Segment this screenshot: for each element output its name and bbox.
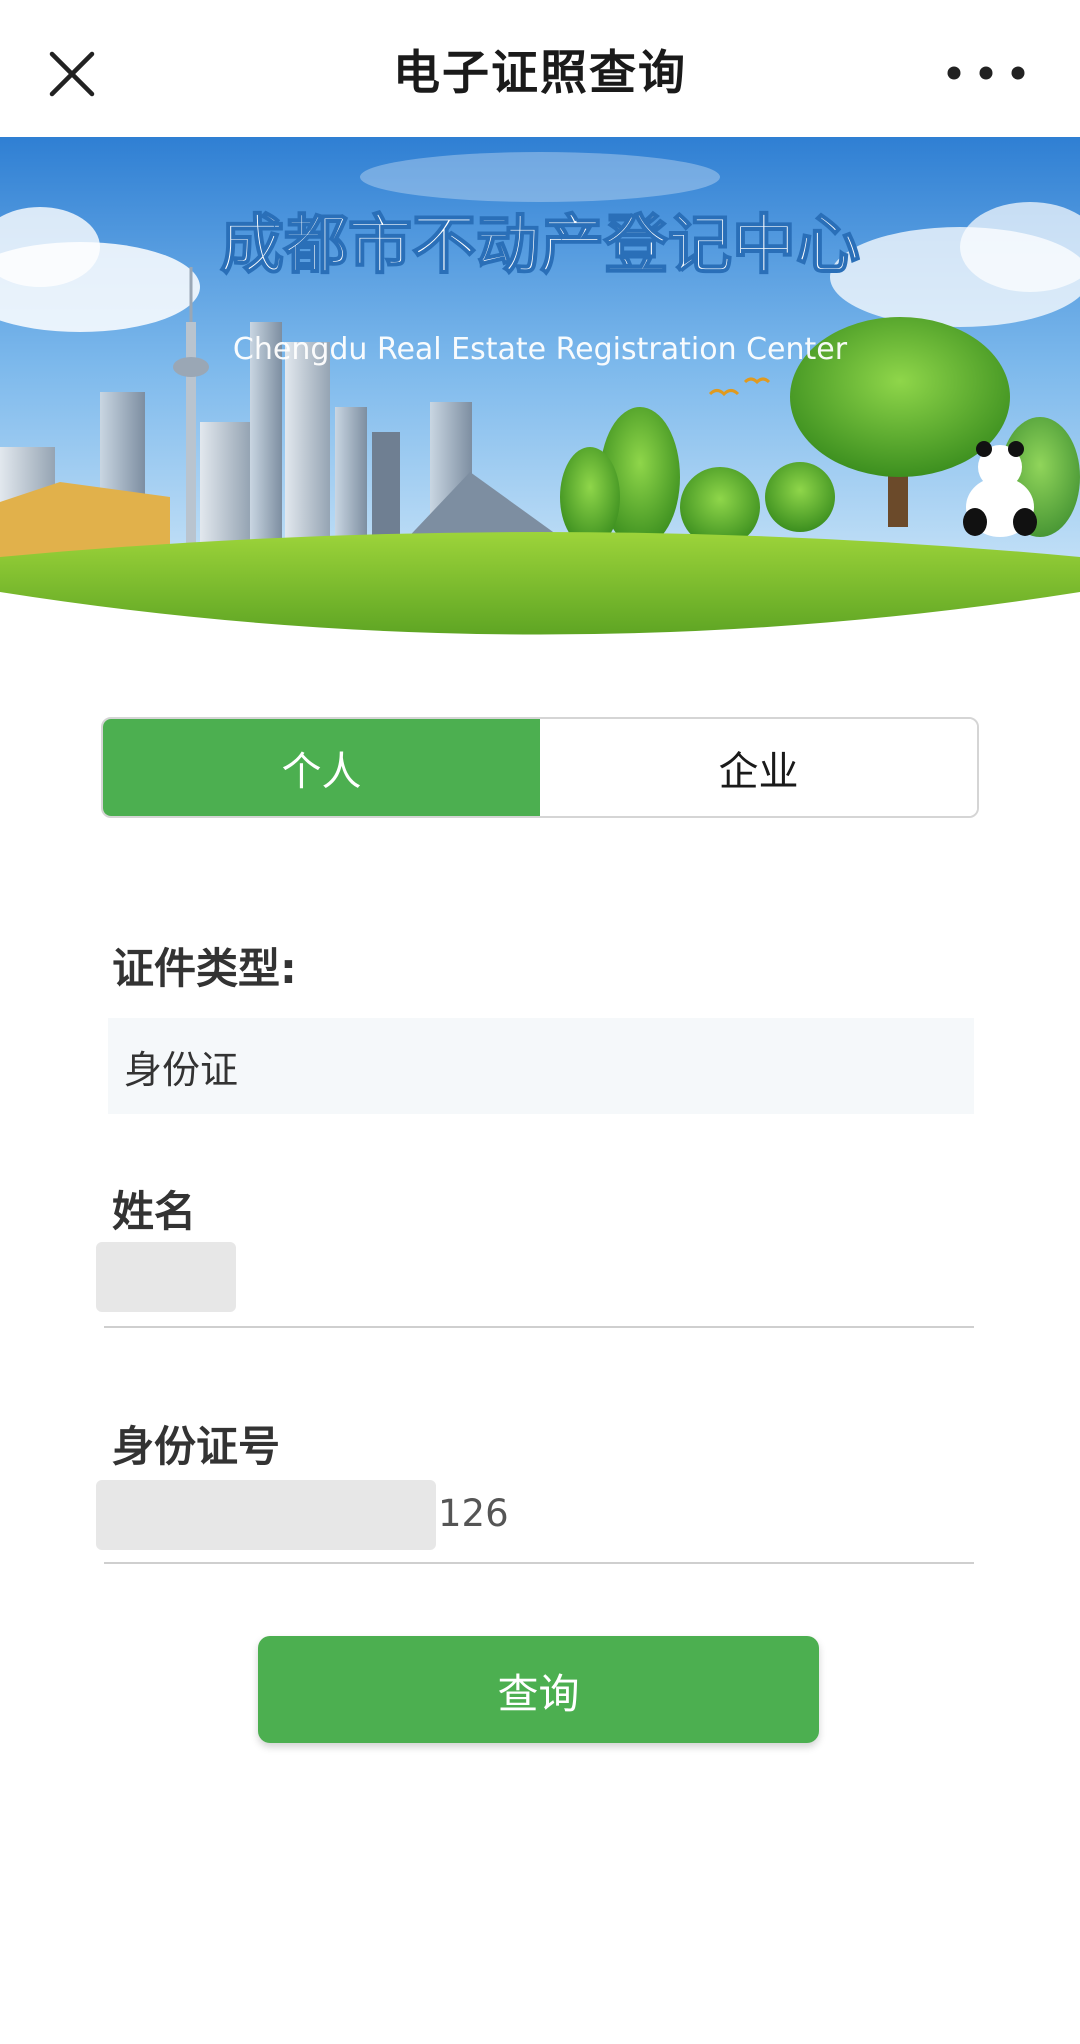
id-number-label: 身份证号 [112,1422,281,1471]
name-input[interactable] [96,1238,974,1328]
doc-type-value: 身份证 [124,1047,239,1092]
banner-title-en: Chengdu Real Estate Registration Center [233,332,848,367]
more-horizontal-icon[interactable] [940,58,1032,88]
tab-personal[interactable]: 个人 [103,719,540,816]
page-title: 电子证照查询 [393,46,687,101]
doc-type-label: 证件类型: [112,944,297,993]
banner-title-cn: 成都市不动产登记中心 [220,209,860,283]
navigation-bar: 电子证照查询 [0,0,1080,137]
id-number-visible-digits: 126 [438,1492,509,1535]
tab-enterprise[interactable]: 企业 [540,719,977,816]
query-button[interactable]: 查询 [258,1636,819,1743]
doc-type-select[interactable]: 身份证 [108,1018,974,1114]
id-number-input[interactable]: 126 [96,1474,974,1564]
user-type-tabs: 个人 企业 [101,717,979,818]
name-label: 姓名 [112,1187,197,1236]
redacted-name [96,1242,236,1312]
banner-image: 成都市不动产登记中心 Chengdu Real Estate Registrat… [0,137,1080,647]
redacted-id-number [96,1480,436,1550]
